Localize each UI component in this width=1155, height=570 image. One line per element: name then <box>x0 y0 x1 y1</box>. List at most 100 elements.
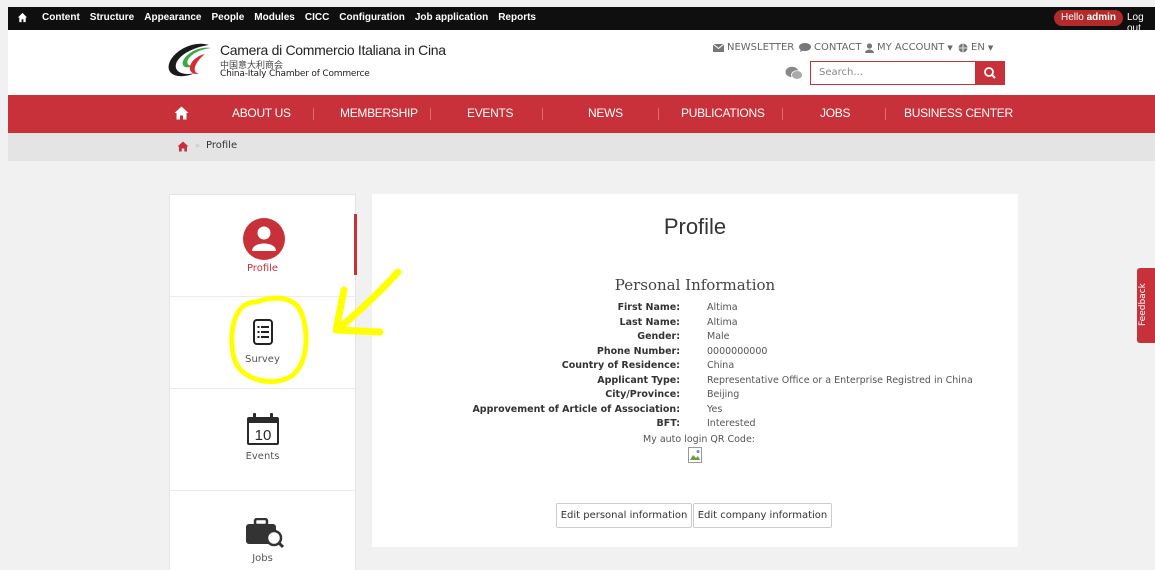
edit-personal-info-button[interactable]: Edit personal information <box>556 503 692 528</box>
nav-divider <box>313 108 314 120</box>
my-account-menu[interactable]: MY ACCOUNT ▼ <box>865 42 953 53</box>
field-label: Phone Number: <box>596 345 680 357</box>
page-title: Profile <box>663 214 727 239</box>
wechat-icon[interactable] <box>785 66 803 80</box>
user-greeting-badge[interactable]: Hello admin <box>1054 10 1124 26</box>
field-value: Beijing <box>707 389 740 400</box>
edit-company-info-button[interactable]: Edit company information <box>693 503 832 528</box>
field-label: Last Name: <box>619 316 680 328</box>
greeting-prefix: Hello <box>1061 12 1087 23</box>
qr-code-label: My auto login QR Code: <box>642 434 756 445</box>
info-row-bft: BFT: Interested <box>372 418 1018 432</box>
feedback-label: Feedback <box>1138 283 1148 326</box>
side-item-survey[interactable]: Survey <box>170 297 355 389</box>
admin-toolbar: Content Structure Appearance People Modu… <box>8 7 1155 34</box>
home-icon[interactable] <box>177 141 189 152</box>
contact-label: CONTACT <box>814 42 862 53</box>
side-item-profile[interactable]: Profile <box>170 195 355 297</box>
field-label: Applicant Type: <box>597 374 680 386</box>
nav-divider <box>430 108 431 120</box>
home-icon[interactable] <box>174 106 189 120</box>
chat-bubble-icon <box>799 43 811 52</box>
profile-side-menu: Profile Survey 10 Events Jobs <box>169 194 356 570</box>
globe-icon <box>958 43 968 52</box>
info-row-last-name: Last Name: Altima <box>372 317 1018 331</box>
language-menu[interactable]: EN ▼ <box>958 42 993 53</box>
site-header: Camera di Commercio Italiana in Cina 中国意… <box>8 30 1155 95</box>
nav-divider <box>885 108 886 120</box>
nav-jobs[interactable]: JOBS <box>820 106 850 120</box>
side-item-events[interactable]: 10 Events <box>170 389 355 491</box>
broken-image-icon <box>688 447 702 463</box>
user-circle-icon <box>243 218 285 260</box>
search-button[interactable] <box>975 61 1005 85</box>
nav-news[interactable]: NEWS <box>588 106 623 120</box>
field-label: BFT: <box>656 418 681 429</box>
side-item-label: Events <box>245 451 280 462</box>
user-icon <box>865 42 874 53</box>
side-item-label: Jobs <box>252 553 273 564</box>
chevron-down-icon: ▼ <box>947 43 953 52</box>
newsletter-link[interactable]: NEWSLETTER <box>713 42 794 53</box>
admin-menu-people[interactable]: People <box>211 12 244 23</box>
field-label: Approvement of Article of Association: <box>472 403 680 415</box>
info-row-first-name: First Name: Altima <box>372 302 1018 316</box>
section-title: Personal Information <box>614 276 776 294</box>
nav-divider <box>782 108 783 120</box>
field-value: China <box>707 360 735 371</box>
survey-list-icon <box>253 319 273 345</box>
envelope-icon <box>713 43 724 52</box>
field-label: City/Province: <box>605 389 680 400</box>
admin-menu-appearance[interactable]: Appearance <box>144 12 201 23</box>
info-row-city-province: City/Province: Beijing <box>372 389 1018 403</box>
language-label: EN <box>971 42 985 53</box>
side-item-label: Profile <box>246 263 279 274</box>
nav-divider <box>658 108 659 120</box>
info-row-country: Country of Residence: China <box>372 360 1018 374</box>
info-row-applicant-type: Applicant Type: Representative Office or… <box>372 375 1018 389</box>
chevron-down-icon: ▼ <box>987 43 994 52</box>
feedback-tab[interactable]: Feedback <box>1137 268 1155 343</box>
breadcrumb-separator-icon: » <box>195 141 200 150</box>
admin-menu-reports[interactable]: Reports <box>498 12 536 23</box>
breadcrumb: » Profile <box>8 133 1155 161</box>
field-value: Yes <box>707 403 723 415</box>
calendar-icon: 10 <box>247 413 279 445</box>
admin-menu-configuration[interactable]: Configuration <box>339 12 405 23</box>
nav-publications[interactable]: PUBLICATIONS <box>681 106 765 120</box>
nav-membership[interactable]: MEMBERSHIP <box>340 106 418 120</box>
field-label: Country of Residence: <box>561 360 680 371</box>
side-item-label: Survey <box>245 354 280 365</box>
home-icon[interactable] <box>17 12 28 23</box>
profile-card: Profile Personal Information First Name:… <box>372 194 1018 547</box>
nav-about-us[interactable]: ABOUT US <box>232 106 291 120</box>
search-input[interactable]: Search... <box>810 61 975 85</box>
active-indicator <box>354 214 357 275</box>
admin-menu-modules[interactable]: Modules <box>254 12 295 23</box>
side-item-jobs[interactable]: Jobs <box>170 491 355 570</box>
logo-english-name: China-Italy Chamber of Commerce <box>220 69 370 79</box>
field-value: Altima <box>707 302 738 313</box>
nav-divider <box>542 108 543 120</box>
nav-business-center[interactable]: BUSINESS CENTER <box>904 106 1013 120</box>
admin-menu-job-application[interactable]: Job application <box>415 12 488 23</box>
greeting-username: admin <box>1086 12 1117 23</box>
info-row-article-approvement: Approvement of Article of Association: Y… <box>372 404 1018 418</box>
admin-menu-structure[interactable]: Structure <box>90 12 134 23</box>
breadcrumb-current: Profile <box>206 140 238 151</box>
field-value: Male <box>707 331 730 342</box>
field-label: First Name: <box>617 302 680 313</box>
field-value: Representative Office or a Enterprise Re… <box>707 374 973 386</box>
contact-link[interactable]: CONTACT <box>799 42 861 53</box>
info-row-phone-number: Phone Number: 0000000000 <box>372 346 1018 360</box>
main-navigation: ABOUT US MEMBERSHIP EVENTS NEWS PUBLICAT… <box>8 95 1155 133</box>
admin-menu-cicc[interactable]: CICC <box>305 12 329 23</box>
nav-events[interactable]: EVENTS <box>467 106 514 120</box>
field-value: Altima <box>707 316 738 328</box>
info-row-gender: Gender: Male <box>372 331 1018 345</box>
search-icon <box>984 67 996 79</box>
chamber-logo-icon[interactable] <box>165 42 215 80</box>
newsletter-label: NEWSLETTER <box>727 42 795 53</box>
admin-menu-content[interactable]: Content <box>42 12 80 23</box>
field-value: 0000000000 <box>707 345 768 357</box>
